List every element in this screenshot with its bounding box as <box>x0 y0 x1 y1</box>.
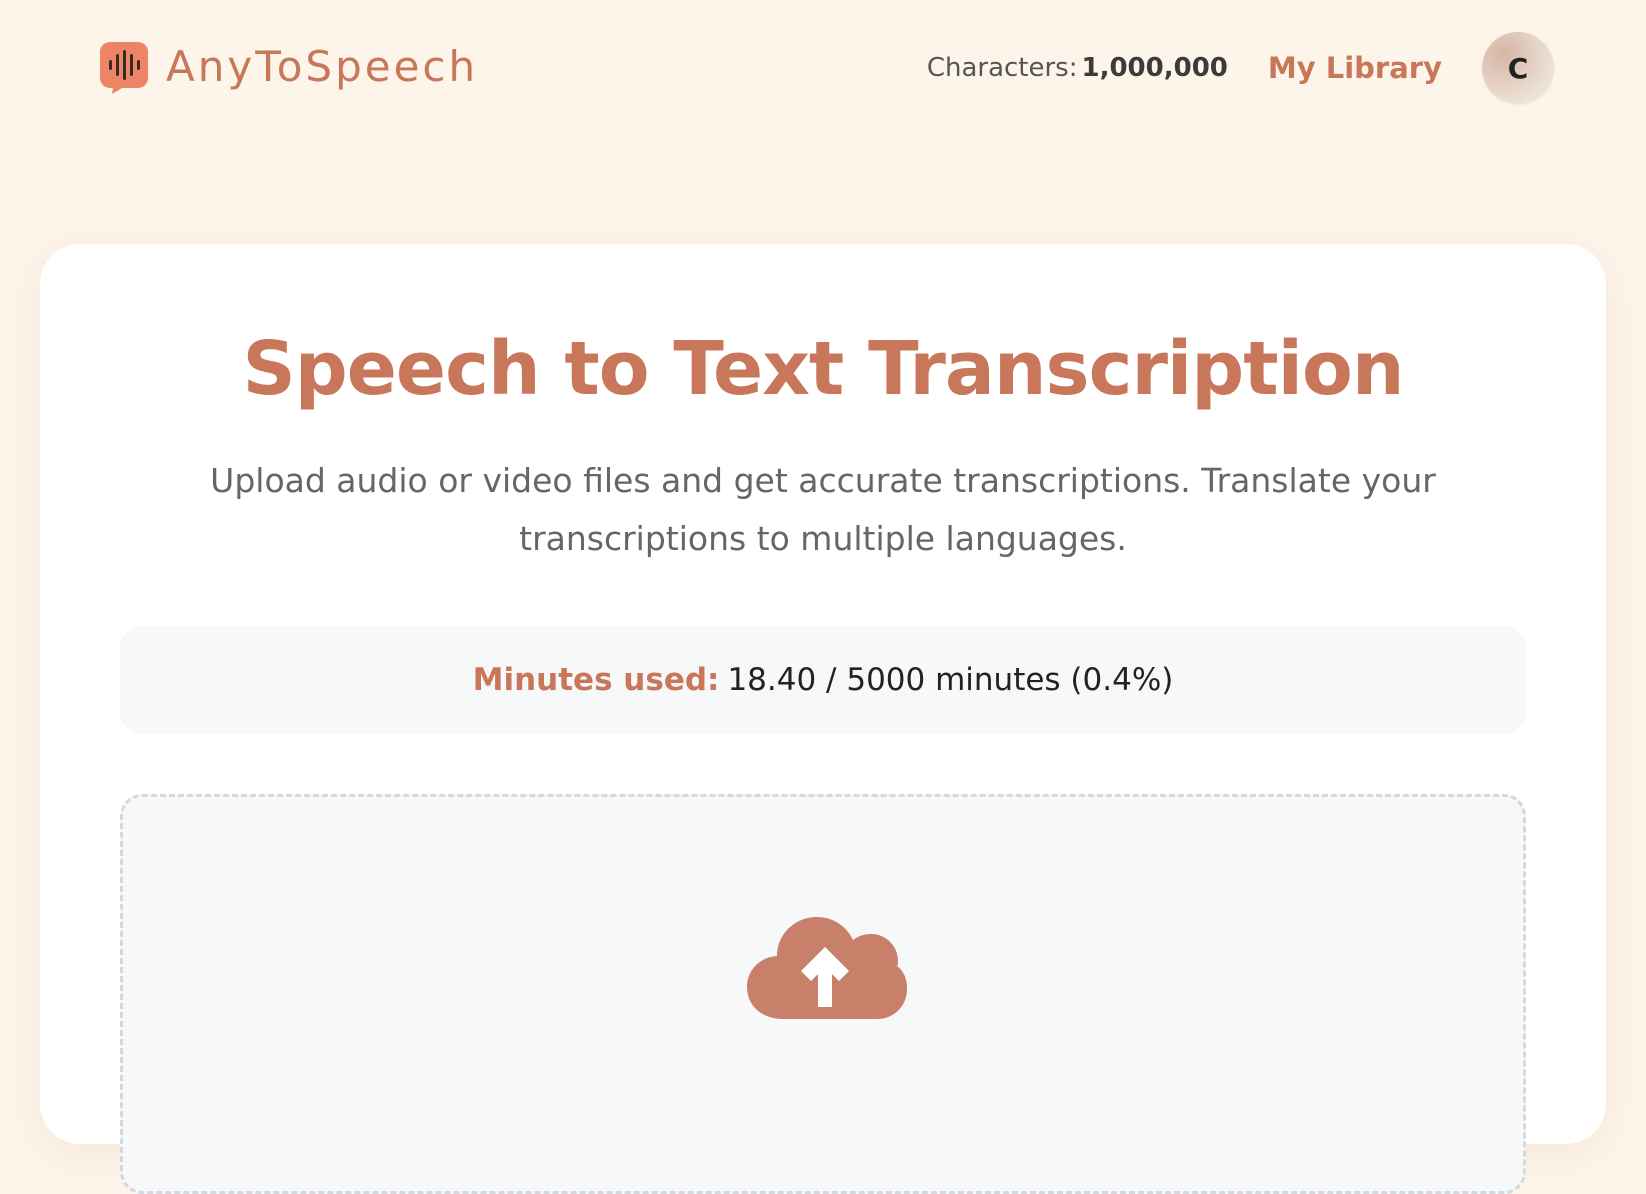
logo-icon <box>100 42 148 94</box>
cloud-upload-icon[interactable] <box>743 907 907 1027</box>
usage-value: 18.40 / 5000 minutes (0.4%) <box>727 662 1174 698</box>
top-header: AnyToSpeech Characters: 1,000,000 My Libr… <box>0 0 1646 140</box>
usage-label: Minutes used: <box>472 662 720 698</box>
brand[interactable]: AnyToSpeech <box>100 42 479 94</box>
user-avatar[interactable]: C <box>1482 32 1554 104</box>
upload-drop-zone[interactable] <box>120 794 1526 1194</box>
nav-right: Characters: 1,000,000 My Library C <box>927 32 1554 104</box>
characters-value: 1,000,000 <box>1081 53 1228 83</box>
page-subtitle: Upload audio or video files and get accu… <box>210 461 1436 558</box>
characters-label: Characters: <box>926 53 1078 83</box>
main-card: Speech to Text Transcription Upload audi… <box>40 244 1606 1194</box>
my-library-link[interactable]: My Library <box>1268 51 1442 85</box>
page-title: Speech to Text Transcription <box>242 326 1404 412</box>
characters-counter: Characters: 1,000,000 <box>927 53 1228 83</box>
brand-name: AnyToSpeech <box>166 42 479 91</box>
usage-box: Minutes used: 18.40 / 5000 minutes (0.4%… <box>120 626 1526 734</box>
